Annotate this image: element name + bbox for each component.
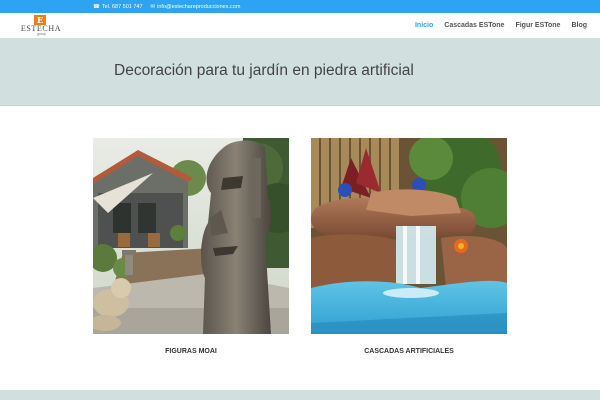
site-header: E ESTECHA group Inicio Cascadas ESTone F…: [0, 13, 600, 38]
page-title: Decoración para tu jardín en piedra arti…: [114, 62, 414, 79]
moai-garden-picture: [93, 138, 289, 334]
hero-banner: Decoración para tu jardín en piedra arti…: [0, 38, 600, 106]
email-contact[interactable]: ✉ info@estechareproducciones.com: [151, 4, 241, 10]
card-caption-moai[interactable]: FIGURAS MOAI: [93, 348, 289, 355]
logo-sub: group: [37, 32, 46, 36]
nav-item-inicio[interactable]: Inicio: [415, 22, 433, 29]
nav-item-blog[interactable]: Blog: [571, 22, 587, 29]
moai-figure-image[interactable]: [93, 138, 289, 334]
main-nav: Inicio Cascadas ESTone Figur ESTone Blog: [415, 13, 587, 38]
site-logo[interactable]: E ESTECHA group: [15, 15, 67, 36]
nav-item-cascadas-estone[interactable]: Cascadas ESTone: [444, 22, 504, 29]
phone-text: Tel. 687 501 747: [101, 3, 143, 10]
phone-contact[interactable]: ☎ Tel. 687 501 747: [93, 4, 143, 10]
nav-item-figur-estone[interactable]: Figur ESTone: [515, 22, 560, 29]
email-text: info@estechareproducciones.com: [157, 3, 241, 10]
footer-strip: [0, 390, 600, 400]
envelope-icon: ✉: [150, 3, 156, 10]
top-contact-bar: ☎ Tel. 687 501 747 ✉ info@estechareprodu…: [0, 0, 600, 13]
waterfall-image[interactable]: [311, 138, 507, 334]
phone-icon: ☎: [93, 3, 100, 10]
card-caption-cascadas[interactable]: CASCADAS ARTIFICIALES: [311, 348, 507, 355]
artificial-waterfall-picture: [311, 138, 507, 334]
